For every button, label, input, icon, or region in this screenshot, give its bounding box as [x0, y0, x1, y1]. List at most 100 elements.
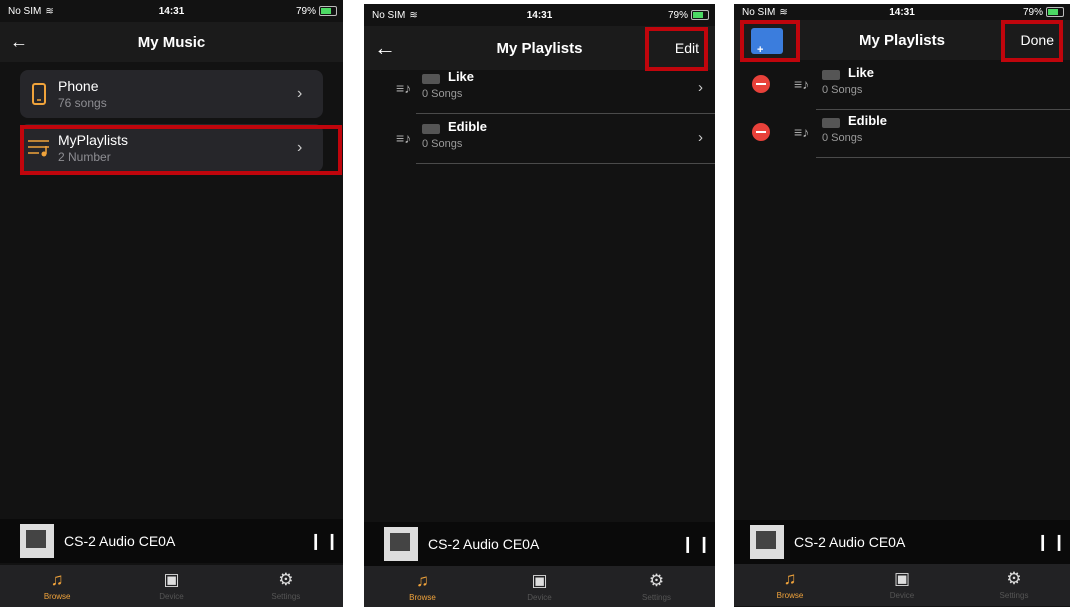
tab-label: Device	[159, 592, 184, 601]
tab-device[interactable]: ▣ Device	[867, 569, 937, 600]
now-playing-title: CS-2 Audio CE0A	[794, 534, 906, 550]
album-art	[384, 527, 418, 561]
pause-icon[interactable]: ❙❙	[681, 534, 715, 554]
carrier-label: No SIM	[372, 9, 406, 21]
clock: 14:31	[889, 6, 915, 18]
tab-label: Device	[889, 591, 915, 600]
playlist-count: 0 Songs	[822, 84, 863, 96]
now-playing-title: CS-2 Audio CE0A	[428, 536, 540, 552]
page-title: My Playlists	[859, 31, 945, 49]
chevron-right-icon: ›	[698, 129, 703, 146]
playlist-icon: ≡♪	[794, 124, 810, 140]
sliders-icon: ⚙	[648, 571, 665, 590]
highlight-box	[1001, 20, 1063, 62]
clock: 14:31	[158, 5, 185, 17]
tab-label: Browse	[409, 593, 436, 602]
tab-bar: ♫ Browse ▣ Device ⚙ Settings	[734, 564, 1070, 606]
speaker-icon: ▣	[893, 569, 911, 588]
album-art	[20, 524, 54, 558]
screen-my-music: No SIM ≋ 14:31 79% ← My Music Phone 76 so…	[0, 0, 343, 607]
tab-label: Browse	[776, 591, 804, 600]
battery-percent: 79%	[1022, 6, 1043, 18]
playlist-icon: ≡♪	[396, 130, 412, 146]
music-note-icon: ♫	[783, 569, 797, 588]
playlist-row[interactable]: ≡♪ Like 0 Songs	[734, 62, 1070, 110]
highlight-box	[20, 125, 342, 175]
tab-browse[interactable]: ♫ Browse	[388, 571, 458, 602]
back-arrow-icon[interactable]: ←	[374, 35, 396, 61]
delete-icon[interactable]	[752, 75, 770, 93]
tab-browse[interactable]: ♫ Browse	[755, 569, 825, 600]
tab-device[interactable]: ▣ Device	[505, 571, 575, 602]
tab-settings[interactable]: ⚙ Settings	[622, 571, 692, 602]
playlist-count: 0 Songs	[422, 138, 463, 150]
now-playing-bar[interactable]: CS-2 Audio CE0A ❙❙	[0, 519, 343, 563]
wifi-icon: ≋	[409, 9, 418, 21]
phone-icon	[20, 83, 58, 105]
album-art	[750, 525, 784, 559]
chevron-right-icon: ›	[698, 79, 703, 96]
delete-icon[interactable]	[752, 123, 770, 141]
tab-label: Device	[527, 593, 552, 602]
clock: 14:31	[526, 9, 553, 21]
chevron-right-icon: ›	[297, 85, 303, 102]
battery-icon	[1046, 7, 1064, 17]
tab-settings[interactable]: ⚙ Settings	[251, 570, 321, 601]
pause-icon[interactable]: ❙❙	[1036, 532, 1070, 552]
speaker-icon: ▣	[163, 570, 180, 589]
battery-percent: 79%	[667, 9, 688, 21]
now-playing-bar[interactable]: CS-2 Audio CE0A ❙❙	[734, 520, 1070, 564]
screen-my-playlists-edit: No SIM≋ 14:31 79% My Playlists Done ≡♪ L…	[734, 4, 1070, 607]
carrier-label: No SIM	[8, 5, 42, 17]
music-note-icon: ♫	[416, 571, 429, 590]
tab-label: Settings	[642, 593, 671, 602]
tab-settings[interactable]: ⚙ Settings	[979, 569, 1049, 600]
playlist-row[interactable]: ≡♪ Like 0 Songs ›	[364, 66, 715, 114]
battery-icon	[691, 10, 709, 20]
screen-my-playlists: No SIM ≋ 14:31 79% ← My Playlists Edit ≡♪…	[364, 4, 715, 607]
playlist-name: Edible	[848, 113, 888, 128]
item-subtitle: 76 songs	[58, 96, 107, 110]
tag-icon	[822, 118, 840, 128]
playlist-icon: ≡♪	[794, 76, 810, 92]
playlist-count: 0 Songs	[822, 132, 863, 144]
playlist-name: Edible	[448, 119, 488, 134]
status-bar: No SIM ≋ 14:31 79%	[0, 0, 343, 22]
playlist-name: Like	[448, 69, 475, 84]
tab-device[interactable]: ▣ Device	[136, 570, 206, 601]
sliders-icon: ⚙	[278, 570, 294, 589]
page-title: My Playlists	[496, 39, 583, 57]
battery-percent: 79%	[295, 5, 316, 17]
sliders-icon: ⚙	[1006, 569, 1022, 588]
highlight-box	[645, 27, 708, 71]
list-item-phone[interactable]: Phone 76 songs ›	[20, 70, 323, 118]
playlist-name: Like	[848, 65, 875, 80]
playlist-row[interactable]: ≡♪ Edible 0 Songs ›	[364, 116, 715, 164]
pause-icon[interactable]: ❙❙	[309, 531, 343, 551]
wifi-icon: ≋	[45, 5, 54, 17]
item-title: Phone	[58, 78, 99, 94]
now-playing-bar[interactable]: CS-2 Audio CE0A ❙❙	[364, 522, 715, 566]
carrier-label: No SIM	[742, 6, 776, 18]
battery-icon	[319, 6, 337, 16]
now-playing-title: CS-2 Audio CE0A	[64, 533, 176, 549]
back-arrow-icon[interactable]: ←	[10, 32, 28, 53]
playlist-row[interactable]: ≡♪ Edible 0 Songs	[734, 110, 1070, 158]
tab-bar: ♫ Browse ▣ Device ⚙ Settings	[0, 565, 343, 607]
tab-label: Settings	[271, 592, 301, 601]
page-title: My Music	[137, 33, 206, 51]
tag-icon	[822, 70, 840, 80]
tab-browse[interactable]: ♫ Browse	[22, 570, 92, 601]
tab-label: Browse	[43, 592, 71, 601]
divider	[416, 113, 715, 114]
tab-label: Settings	[999, 591, 1029, 600]
wifi-icon: ≋	[779, 6, 788, 18]
playlist-icon: ≡♪	[396, 80, 412, 96]
tag-icon	[422, 74, 440, 84]
status-bar: No SIM ≋ 14:31 79%	[734, 4, 1070, 20]
music-note-icon: ♫	[50, 570, 64, 589]
divider	[416, 163, 715, 164]
tag-icon	[422, 124, 440, 134]
status-bar: No SIM ≋ 14:31 79%	[364, 4, 715, 26]
tab-bar: ♫ Browse ▣ Device ⚙ Settings	[364, 566, 715, 607]
